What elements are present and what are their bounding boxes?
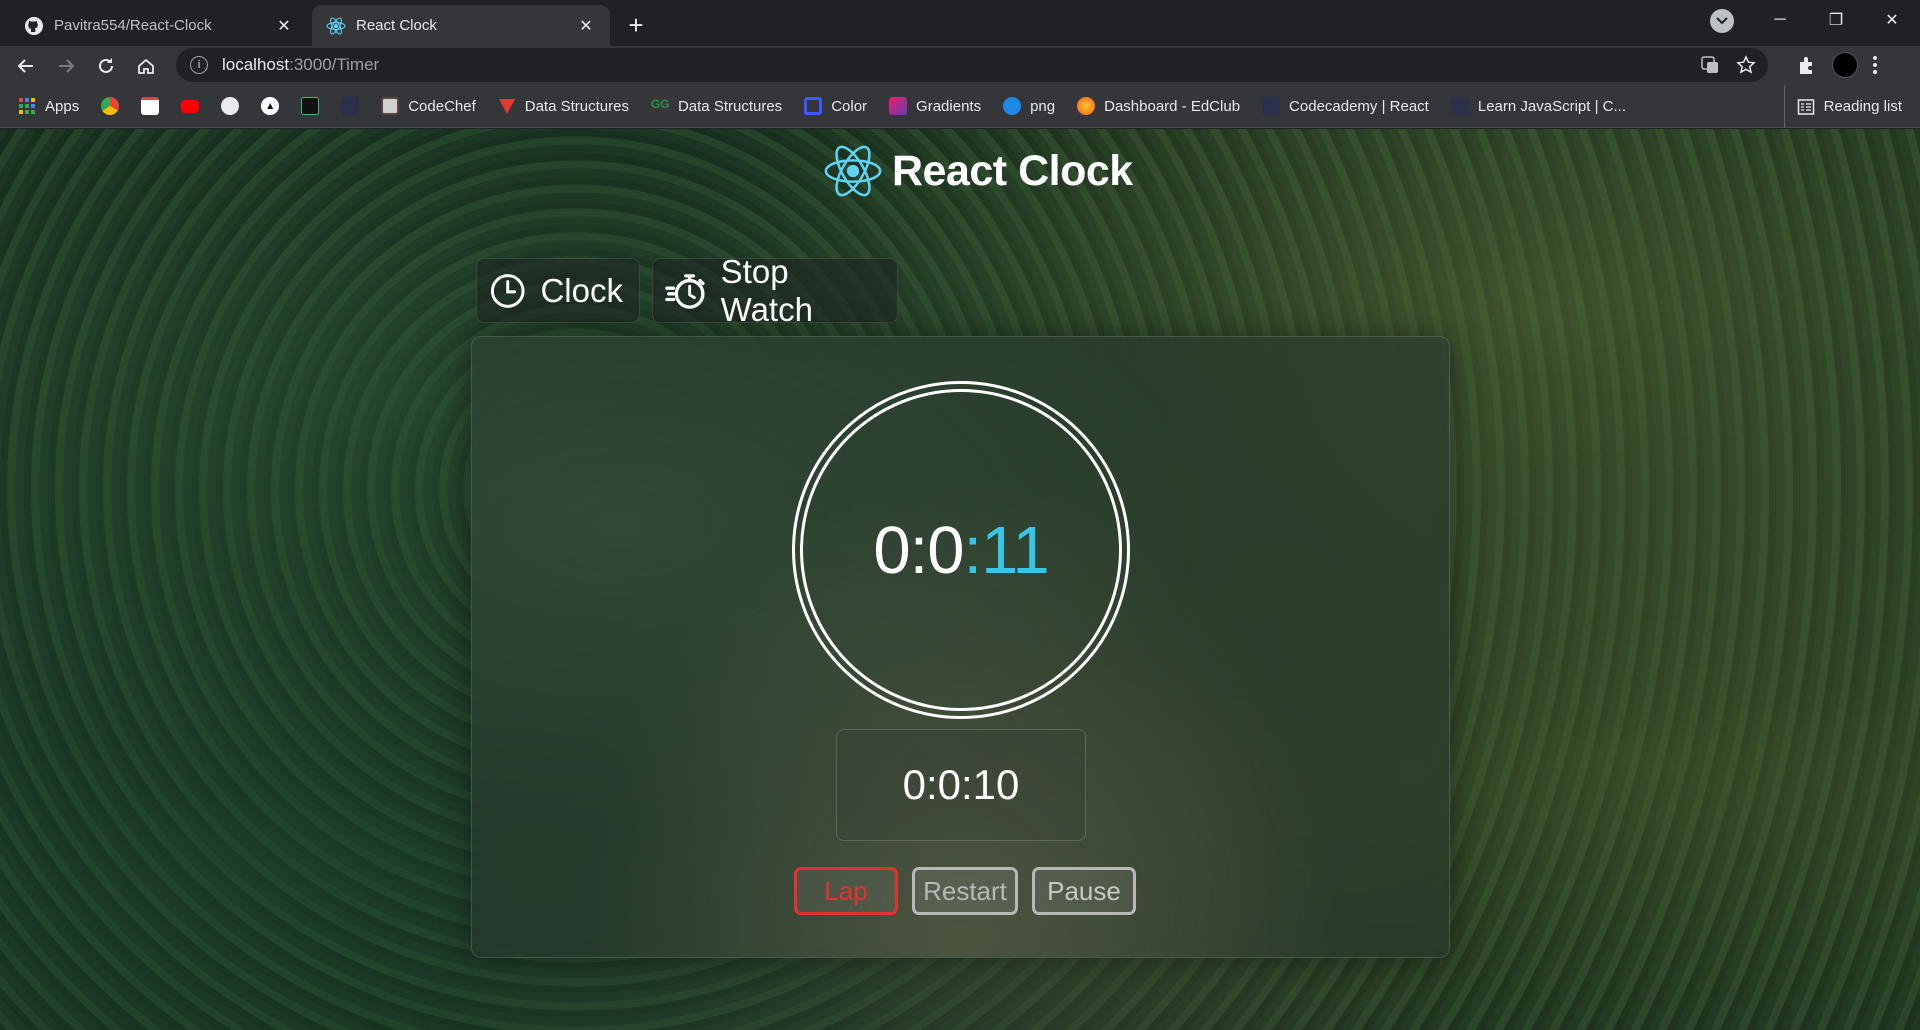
triangle-icon: ▲ xyxy=(261,97,280,115)
bookmark-chrome-store[interactable] xyxy=(101,97,120,115)
stopwatch-time: 0:0:11 xyxy=(873,512,1050,589)
apps-grid-icon xyxy=(19,98,35,114)
bookmark-label: Dashboard - EdClub xyxy=(1104,97,1241,115)
bookmark-triangle[interactable]: ▲ xyxy=(261,97,280,115)
close-icon[interactable]: ✕ xyxy=(576,16,596,36)
stopwatch-dial: 0:0:11 xyxy=(792,381,1130,719)
page-background: React Clock Clock Stop Watch 0:0:11 0:0:… xyxy=(0,129,1920,1030)
profile-avatar[interactable] xyxy=(1832,52,1858,78)
stopwatch-icon xyxy=(665,273,705,309)
data-structures-red-icon xyxy=(498,99,515,114)
bookmark-hackerrank[interactable] xyxy=(301,97,320,115)
gmail-icon xyxy=(141,97,160,115)
bookmark-color[interactable]: Color xyxy=(804,97,867,115)
extensions-puzzle-icon[interactable] xyxy=(1796,54,1818,76)
tab-clock-label: Clock xyxy=(540,271,623,309)
browser-toolbar: i localhost:3000/Timer xyxy=(0,46,1920,85)
bookmark-gmail[interactable] xyxy=(141,97,160,115)
clock-icon xyxy=(490,273,525,308)
reload-icon[interactable] xyxy=(92,52,120,80)
gradients-icon xyxy=(889,97,908,115)
tab-clock[interactable]: Clock xyxy=(476,258,640,323)
new-tab-plus-icon[interactable]: + xyxy=(620,9,652,41)
browser-tabstrip: Pavitra554/React-Clock ✕ React Clock ✕ +… xyxy=(0,0,1920,46)
bookmark-label: Apps xyxy=(45,97,80,115)
tab-search-icon[interactable] xyxy=(1710,9,1734,33)
bookmark-codechef[interactable]: CodeChef xyxy=(381,97,476,115)
home-icon[interactable] xyxy=(132,52,160,80)
reading-list-button[interactable]: Reading list xyxy=(1783,85,1902,128)
translate-icon[interactable] xyxy=(1700,55,1720,75)
control-buttons: Lap Restart Pause xyxy=(794,867,1136,915)
bookmark-apps[interactable]: Apps xyxy=(18,97,79,115)
pause-button[interactable]: Pause xyxy=(1032,867,1136,915)
bookmark-label: Color xyxy=(831,97,868,115)
time-separator: : xyxy=(963,512,982,588)
github-icon xyxy=(25,16,43,35)
restart-button[interactable]: Restart xyxy=(912,867,1018,915)
time-hours-minutes: 0:0 xyxy=(873,512,964,588)
forward-arrow-icon[interactable] xyxy=(52,52,80,80)
close-icon[interactable]: ✕ xyxy=(274,16,294,36)
bookmark-label: CodeChef xyxy=(408,97,476,115)
bookmark-codecademy[interactable]: Codecademy | React xyxy=(1262,97,1429,115)
color-icon xyxy=(804,97,823,115)
bookmark-edclub[interactable]: Dashboard - EdClub xyxy=(1077,97,1240,115)
bookmark-data-structures-2[interactable]: GG Data Structures xyxy=(651,97,782,115)
reading-list-icon xyxy=(1797,98,1814,115)
bookmarks-bar: Apps ▲ CodeChef Data Structures GG Data S… xyxy=(0,85,1920,128)
back-arrow-icon[interactable] xyxy=(12,52,40,80)
react-favicon-icon xyxy=(326,16,346,35)
bookmark-label: Codecademy | React xyxy=(1289,97,1429,115)
chrome-web-store-icon xyxy=(101,97,120,115)
bookmark-label: Data Structures xyxy=(677,97,783,115)
bookmark-github[interactable] xyxy=(221,97,240,115)
restore-icon[interactable]: ❐ xyxy=(1808,0,1864,40)
app-title: React Clock xyxy=(892,146,1133,195)
data-structures-green-icon: GG xyxy=(650,97,670,111)
bookmark-png[interactable]: png xyxy=(1003,97,1055,115)
react-logo-icon xyxy=(824,145,882,197)
codechef-icon xyxy=(381,97,400,115)
bookmark-label: Data Structures xyxy=(524,97,629,115)
blank-page-icon xyxy=(341,97,360,115)
bookmark-learn-js[interactable]: Learn JavaScript | C... xyxy=(1450,97,1626,115)
lap-button[interactable]: Lap xyxy=(794,867,898,915)
learn-js-icon xyxy=(1450,97,1469,115)
bookmark-label: png xyxy=(1030,97,1056,115)
site-info-icon[interactable]: i xyxy=(190,56,208,74)
tab-stopwatch[interactable]: Stop Watch xyxy=(652,253,898,328)
bookmark-data-structures-1[interactable]: Data Structures xyxy=(498,97,629,115)
url-host: localhost xyxy=(222,55,290,74)
lap-list: 0:0:10 xyxy=(836,729,1086,841)
bookmark-youtube[interactable] xyxy=(181,99,200,113)
tab-title: Pavitra554/React-Clock xyxy=(54,17,212,34)
bookmark-blank[interactable] xyxy=(341,97,360,115)
stopwatch-panel: 0:0:11 0:0:10 Lap Restart Pause xyxy=(471,336,1450,958)
lap-time: 0:0:10 xyxy=(902,761,1020,808)
github-icon xyxy=(221,97,240,115)
address-bar[interactable]: i localhost:3000/Timer xyxy=(176,48,1768,82)
reading-list-label: Reading list xyxy=(1823,98,1902,115)
hackerrank-icon xyxy=(301,97,320,115)
bookmark-label: Learn JavaScript | C... xyxy=(1477,97,1626,115)
more-menu-icon[interactable] xyxy=(1872,55,1878,75)
window-close-icon[interactable]: ✕ xyxy=(1864,0,1920,40)
mode-tabs: Clock Stop Watch xyxy=(476,253,898,328)
edclub-icon xyxy=(1077,97,1096,115)
bookmark-star-icon[interactable] xyxy=(1736,55,1756,75)
time-seconds: 11 xyxy=(981,512,1050,588)
tab-title: React Clock xyxy=(356,17,437,34)
png-icon xyxy=(1003,97,1022,115)
minimize-icon[interactable]: ─ xyxy=(1752,0,1808,40)
bookmark-gradients[interactable]: Gradients xyxy=(889,97,981,115)
app-header: React Clock xyxy=(822,139,1133,203)
tab-github[interactable]: Pavitra554/React-Clock ✕ xyxy=(10,5,308,46)
bookmark-label: Gradients xyxy=(916,97,982,115)
tab-react-clock[interactable]: React Clock ✕ xyxy=(312,5,610,46)
youtube-icon xyxy=(181,99,200,113)
codecademy-icon xyxy=(1262,97,1281,115)
tab-stopwatch-label: Stop Watch xyxy=(720,252,813,328)
url-path: :3000/Timer xyxy=(289,55,380,74)
